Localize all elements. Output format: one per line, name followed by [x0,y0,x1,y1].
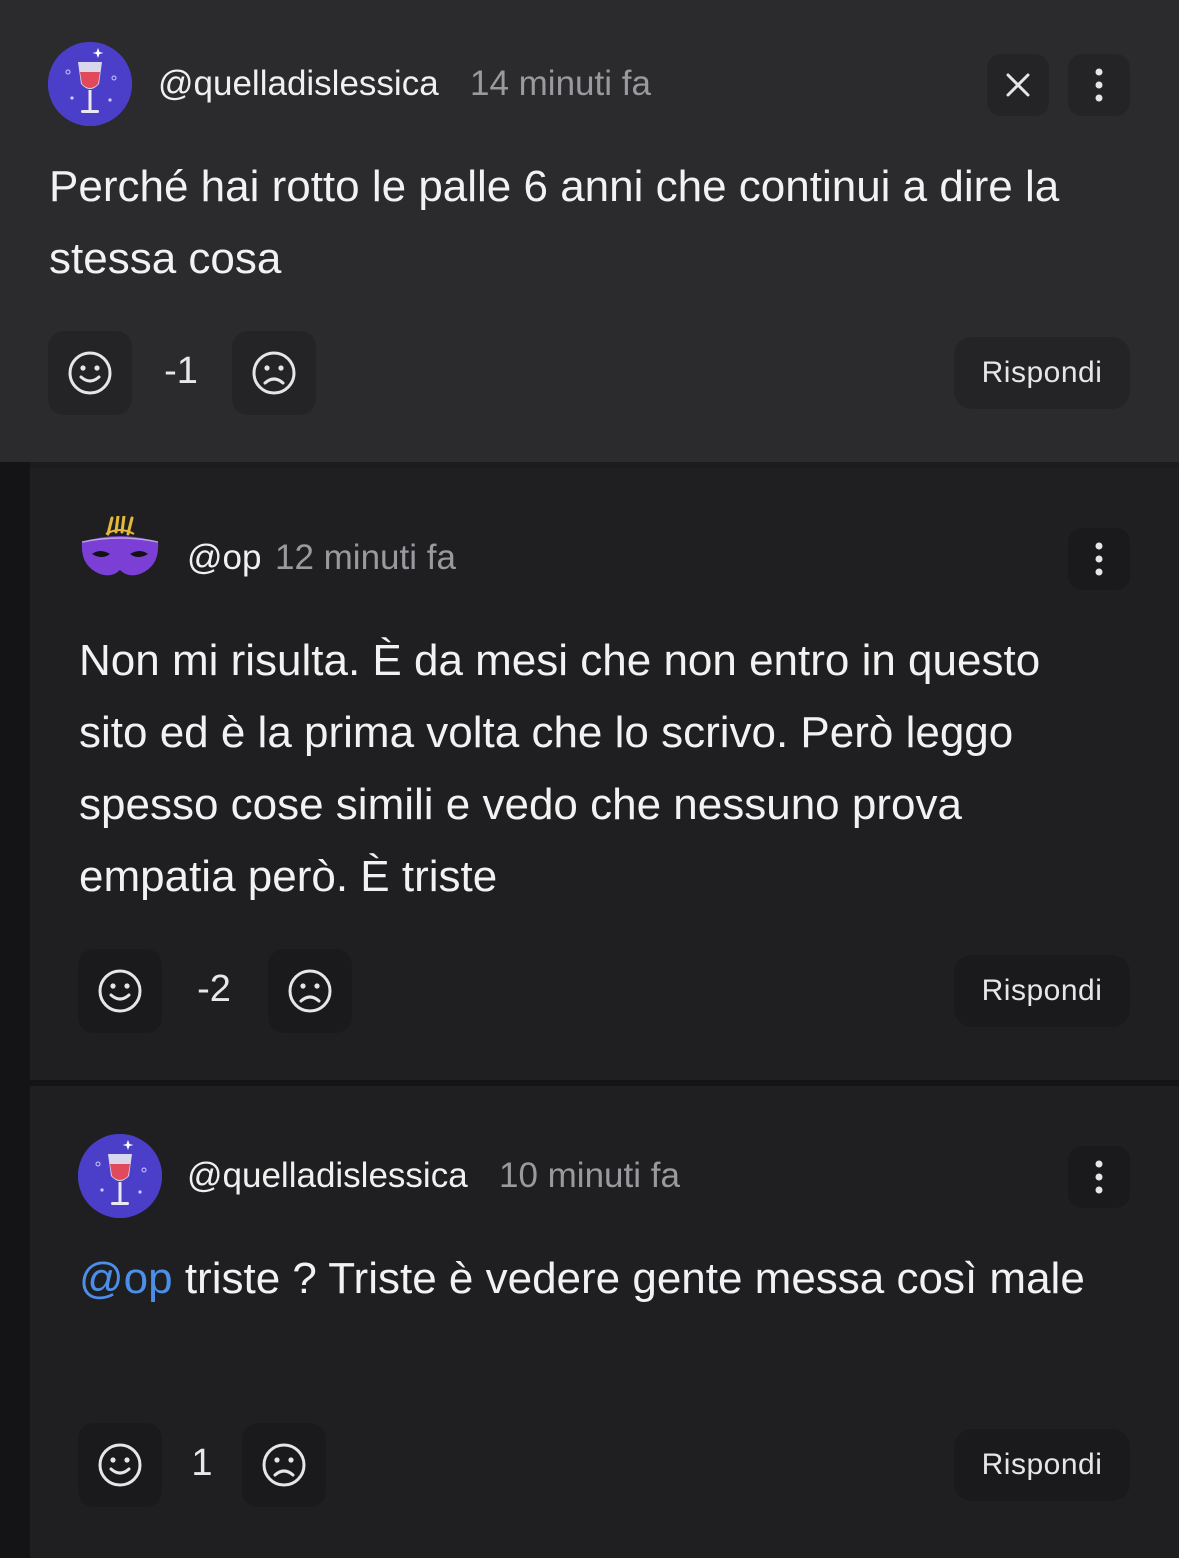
smile-icon [98,969,142,1013]
smile-icon [68,351,112,395]
wine-glass-icon[interactable] [78,1134,162,1218]
comment-text: Perché hai rotto le palle 6 anni che con… [49,162,1060,283]
more-vertical-icon [1095,542,1103,576]
upvote-button[interactable] [78,949,162,1033]
comment-score: -2 [197,968,231,1010]
close-icon [1006,73,1030,97]
comment-timestamp: 10 minuti fa [499,1156,680,1195]
reply-button[interactable]: Rispondi [954,1429,1130,1501]
comment-author[interactable]: @quelladislessica [187,1156,468,1196]
comment-card: @op 12 minuti fa Non mi risulta. È da me… [30,468,1179,1080]
carnival-mask-icon[interactable] [78,514,162,590]
comment-timestamp: 14 minuti fa [470,64,651,103]
downvote-button[interactable] [232,331,316,415]
comment-text-body: triste ? Triste è vedere gente messa cos… [172,1254,1085,1303]
more-vertical-icon [1095,1160,1103,1194]
downvote-button[interactable] [268,949,352,1033]
user-mention-link[interactable]: @op [79,1254,173,1303]
frown-icon [252,351,296,395]
comment-author[interactable]: @op [187,538,261,578]
comment-card: @quelladislessica 14 minuti fa Perché ha… [0,0,1179,462]
frown-icon [288,969,332,1013]
downvote-button[interactable] [242,1423,326,1507]
smile-icon [98,1443,142,1487]
more-options-button[interactable] [1068,528,1130,590]
upvote-button[interactable] [78,1423,162,1507]
frown-icon [262,1443,306,1487]
comment-card: @quelladislessica 10 minuti fa @op trist… [30,1086,1179,1558]
comment-timestamp: 12 minuti fa [275,538,456,577]
comment-score: -1 [164,350,198,392]
comment-text: @op triste ? Triste è vedere gente messa… [79,1243,1089,1315]
wine-glass-icon[interactable] [48,42,132,126]
upvote-button[interactable] [48,331,132,415]
more-vertical-icon [1095,68,1103,102]
reply-button[interactable]: Rispondi [954,337,1130,409]
thread-indent-line [0,462,30,1558]
reply-button[interactable]: Rispondi [954,955,1130,1027]
comment-author[interactable]: @quelladislessica [158,64,439,104]
more-options-button[interactable] [1068,54,1130,116]
close-button[interactable] [987,54,1049,116]
comment-text: Non mi risulta. È da mesi che non entro … [79,636,1041,901]
more-options-button[interactable] [1068,1146,1130,1208]
comment-score: 1 [191,1442,213,1484]
